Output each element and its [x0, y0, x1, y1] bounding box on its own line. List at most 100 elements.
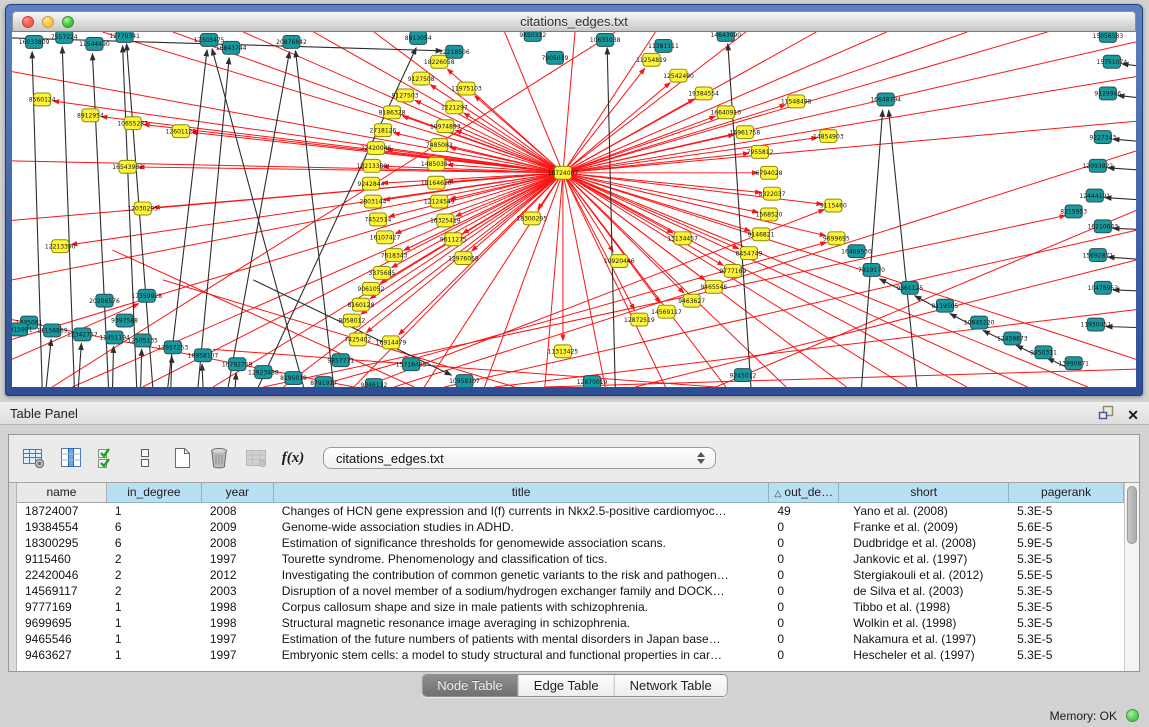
graph-node[interactable]: 7485083: [426, 139, 453, 152]
graph-node[interactable]: 8160128: [347, 298, 374, 311]
network-graph[interactable]: 1872400718226058912750891275038186328271…: [12, 32, 1136, 387]
column-header-pagerank[interactable]: pagerank: [1009, 483, 1124, 503]
memory-ok-indicator[interactable]: [1126, 709, 1139, 722]
graph-node[interactable]: 16543982: [112, 160, 143, 173]
graph-node[interactable]: 16107427: [370, 231, 401, 244]
graph-node[interactable]: 12030295: [127, 202, 158, 215]
graph-node[interactable]: 8454749: [736, 247, 763, 260]
graph-node[interactable]: 8813054: [405, 32, 432, 44]
table-source-dropdown[interactable]: citations_edges.txt: [323, 447, 716, 469]
graph-node[interactable]: 17359928: [131, 289, 162, 302]
graph-node[interactable]: 14643090: [710, 32, 741, 41]
graph-node[interactable]: 20206576: [89, 294, 120, 307]
delete-column-trash-icon[interactable]: [206, 445, 232, 471]
column-header-name[interactable]: name: [17, 483, 107, 503]
column-header-short[interactable]: short: [839, 483, 1009, 503]
table-vertical-scrollbar[interactable]: [1124, 483, 1139, 671]
graph-node[interactable]: 10631038: [590, 33, 621, 46]
graph-node[interactable]: 12923488: [248, 366, 279, 379]
graph-node[interactable]: 8912954: [77, 109, 104, 122]
graph-node[interactable]: 8560124: [29, 93, 56, 106]
import-table-disabled-icon[interactable]: [243, 445, 269, 471]
graph-node[interactable]: 10478953: [1087, 281, 1118, 294]
graph-node[interactable]: 9129946: [1094, 87, 1121, 100]
table-row[interactable]: 2242004622012Investigating the contribut…: [17, 567, 1124, 583]
column-header-title[interactable]: title: [274, 483, 770, 503]
table-row[interactable]: 911546021997Tourette syndrome. Phenomeno…: [17, 551, 1124, 567]
table-row[interactable]: 969969511998Structural magnetic resonanc…: [17, 615, 1124, 631]
graph-node[interactable]: 12444191: [1079, 189, 1110, 202]
graph-node[interactable]: 14854903: [813, 130, 844, 143]
graph-node[interactable]: 12124549: [424, 195, 455, 208]
graph-node[interactable]: 15134457: [667, 232, 698, 245]
graph-node[interactable]: 9058012: [338, 314, 365, 327]
graph-node[interactable]: 16210643: [1087, 220, 1118, 233]
graph-node[interactable]: 10920446: [604, 255, 635, 268]
graph-node[interactable]: 17957253: [158, 341, 189, 354]
graph-node[interactable]: 11548498: [781, 95, 812, 108]
table-row[interactable]: 1456911722003Disruption of a novel membe…: [17, 583, 1124, 599]
graph-node[interactable]: 7452514: [365, 213, 392, 226]
graph-node[interactable]: 12213390: [45, 240, 76, 253]
graph-node[interactable]: 2718126: [370, 124, 397, 137]
graph-node[interactable]: 1221297: [441, 101, 468, 114]
graph-node[interactable]: 10958107: [449, 375, 480, 387]
graph-node[interactable]: 16409530: [841, 245, 872, 258]
graph-node[interactable]: 12342757: [67, 328, 98, 341]
graph-node[interactable]: 11544490: [79, 37, 110, 50]
scrollbar-thumb[interactable]: [1127, 486, 1137, 544]
select-all-checks-icon[interactable]: [95, 445, 121, 471]
graph-node[interactable]: 11381111: [648, 39, 679, 52]
column-header-out_de[interactable]: △out_de…: [769, 483, 839, 503]
graph-node[interactable]: 12505135: [127, 334, 158, 347]
graph-node[interactable]: 11930451: [1080, 318, 1111, 331]
graph-node[interactable]: 9611275: [440, 233, 467, 246]
graph-node[interactable]: 9850311: [1030, 346, 1057, 359]
graph-node[interactable]: 15751074: [1097, 55, 1128, 68]
column-header-in_degree[interactable]: in_degree: [107, 483, 202, 503]
table-row[interactable]: 1830029562008Estimation of significance …: [17, 535, 1124, 551]
graph-node[interactable]: 7905019: [541, 51, 568, 64]
graph-node[interactable]: 7955812: [747, 146, 774, 159]
function-builder-icon[interactable]: f(x): [280, 445, 306, 471]
float-panel-icon[interactable]: [1098, 405, 1115, 425]
graph-node[interactable]: 15056583: [1093, 32, 1124, 42]
table-row[interactable]: 1872400712008Changes of HCN gene express…: [17, 503, 1124, 519]
graph-node[interactable]: 13990871: [1058, 357, 1089, 370]
graph-node[interactable]: 6794028: [756, 166, 783, 179]
graph-node[interactable]: 7919170: [858, 264, 885, 277]
graph-node[interactable]: 8119505: [932, 299, 959, 312]
new-column-icon[interactable]: [169, 445, 195, 471]
network-canvas[interactable]: 1872400718226058912750891275038186328271…: [12, 32, 1136, 387]
tab-network-table[interactable]: Network Table: [615, 675, 727, 696]
graph-node[interactable]: 12459873: [997, 332, 1028, 345]
table-row[interactable]: 946362711997Embryonic stem cells: a mode…: [17, 647, 1124, 663]
graph-node[interactable]: 15692871: [1082, 249, 1113, 262]
close-panel-icon[interactable]: ✕: [1127, 407, 1139, 423]
graph-node[interactable]: 2803144: [360, 195, 387, 208]
graph-node[interactable]: 1568520: [756, 208, 783, 221]
graph-node[interactable]: 16033809: [19, 35, 50, 48]
graph-node[interactable]: 8322037: [759, 187, 786, 200]
graph-node[interactable]: 11313425: [548, 345, 579, 358]
network-window-titlebar[interactable]: citations_edges.txt: [12, 11, 1136, 32]
graph-node[interactable]: 12601128: [166, 125, 197, 138]
table-row[interactable]: 977716911998Corpus callosum shape and si…: [17, 599, 1124, 615]
column-header-year[interactable]: year: [202, 483, 274, 503]
table-row[interactable]: 1938455462009Genome-wide association stu…: [17, 519, 1124, 535]
graph-node[interactable]: 7557224: [51, 32, 78, 43]
graph-node[interactable]: 14569117: [651, 305, 682, 318]
graph-node[interactable]: 9850312: [519, 32, 546, 41]
table-options-icon[interactable]: [21, 445, 47, 471]
tab-node-table[interactable]: Node Table: [422, 675, 519, 696]
unselect-rows-icon[interactable]: [132, 445, 158, 471]
tab-edge-table[interactable]: Edge Table: [519, 675, 615, 696]
graph-node[interactable]: 12542490: [663, 69, 694, 82]
graph-node[interactable]: 9227343: [1089, 131, 1116, 144]
table-row[interactable]: 946554611997Estimation of the future num…: [17, 631, 1124, 647]
graph-node[interactable]: 15716485: [396, 358, 427, 371]
graph-node[interactable]: 12093822: [1082, 159, 1113, 172]
show-column-icon[interactable]: [58, 445, 84, 471]
graph-node[interactable]: 16648794: [870, 93, 901, 106]
graph-node[interactable]: 18164610: [421, 176, 452, 189]
